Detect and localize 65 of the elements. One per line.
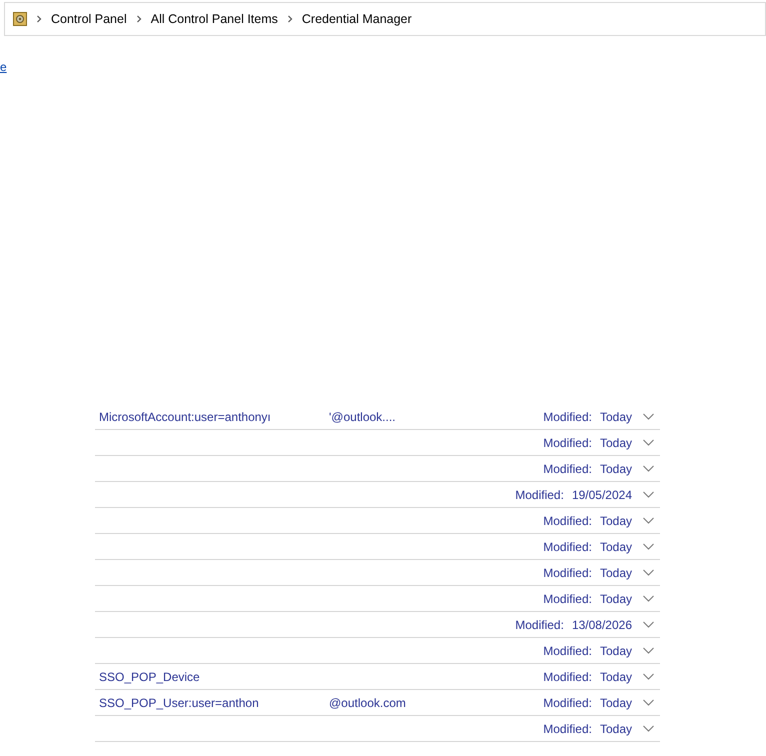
credential-account: '@outlook.... <box>328 410 397 424</box>
modified-label: Modified: <box>543 644 592 658</box>
control-panel-icon[interactable] <box>13 12 27 26</box>
modified-label: Modified: <box>515 618 564 632</box>
breadcrumb-item[interactable]: All Control Panel Items <box>150 12 278 26</box>
chevron-down-icon[interactable] <box>643 569 654 576</box>
breadcrumb-item[interactable]: Control Panel <box>51 12 127 26</box>
credential-row[interactable]: Modified: Today <box>95 456 660 482</box>
modified-label: Modified: <box>543 696 592 710</box>
chevron-down-icon[interactable] <box>643 699 654 706</box>
chevron-down-icon[interactable] <box>643 725 654 732</box>
modified-date: Today <box>600 462 632 476</box>
credential-row[interactable]: Modified: 13/08/2026 <box>95 612 660 638</box>
modified-label: Modified: <box>543 722 592 736</box>
modified-date: 19/05/2024 <box>572 488 632 502</box>
chevron-down-icon[interactable] <box>643 673 654 680</box>
modified-label: Modified: <box>543 514 592 528</box>
credential-row[interactable]: Modified: 19/05/2024 <box>95 482 660 508</box>
modified-date: 13/08/2026 <box>572 618 632 632</box>
modified-label: Modified: <box>543 566 592 580</box>
credential-row[interactable]: Modified: Today <box>95 508 660 534</box>
credential-row[interactable]: Modified: Today <box>95 430 660 456</box>
modified-date: Today <box>600 722 632 736</box>
chevron-down-icon[interactable] <box>643 413 654 420</box>
modified-date: Today <box>600 540 632 554</box>
chevron-down-icon[interactable] <box>643 517 654 524</box>
credential-row[interactable]: Modified: Today <box>95 586 660 612</box>
chevron-down-icon[interactable] <box>643 647 654 654</box>
breadcrumb-item[interactable]: Credential Manager <box>302 12 412 26</box>
chevron-down-icon[interactable] <box>643 439 654 446</box>
modified-label: Modified: <box>543 436 592 450</box>
chevron-down-icon[interactable] <box>643 491 654 498</box>
credential-row[interactable]: Modified: Today <box>95 534 660 560</box>
credential-row[interactable]: Modified: Today <box>95 560 660 586</box>
chevron-down-icon[interactable] <box>643 621 654 628</box>
credential-row[interactable]: SSO_POP_User:user=anthon @outlook.com Modified: Today <box>95 690 660 716</box>
modified-label: Modified: <box>543 670 592 684</box>
modified-label: Modified: <box>543 540 592 554</box>
credential-row[interactable]: MicrosoftAccount:user=anthonyı '@outlook.... Modified: Today <box>95 404 660 430</box>
modified-label: Modified: <box>543 462 592 476</box>
modified-date: Today <box>600 514 632 528</box>
modified-label: Modified: <box>543 592 592 606</box>
credential-row[interactable]: Modified: Today <box>95 716 660 742</box>
modified-date: Today <box>600 696 632 710</box>
chevron-down-icon[interactable] <box>643 465 654 472</box>
credential-row[interactable]: Modified: Today <box>95 638 660 664</box>
modified-date: Today <box>600 410 632 424</box>
modified-label: Modified: <box>543 410 592 424</box>
credential-name: SSO_POP_Device <box>98 670 201 684</box>
credential-row[interactable]: SSO_POP_Device Modified: Today <box>95 664 660 690</box>
modified-date: Today <box>600 670 632 684</box>
modified-date: Today <box>600 644 632 658</box>
modified-date: Today <box>600 566 632 580</box>
chevron-right-icon <box>35 15 43 23</box>
credential-name: MicrosoftAccount:user=anthonyı <box>98 410 272 424</box>
chevron-right-icon <box>134 15 143 23</box>
side-link[interactable]: e <box>0 60 7 74</box>
chevron-right-icon <box>286 15 294 23</box>
chevron-down-icon[interactable] <box>643 595 654 602</box>
modified-date: Today <box>600 592 632 606</box>
credential-account: @outlook.com <box>328 696 407 710</box>
chevron-down-icon[interactable] <box>643 543 654 550</box>
credential-name: SSO_POP_User:user=anthon <box>98 696 260 710</box>
modified-label: Modified: <box>515 488 564 502</box>
modified-date: Today <box>600 436 632 450</box>
